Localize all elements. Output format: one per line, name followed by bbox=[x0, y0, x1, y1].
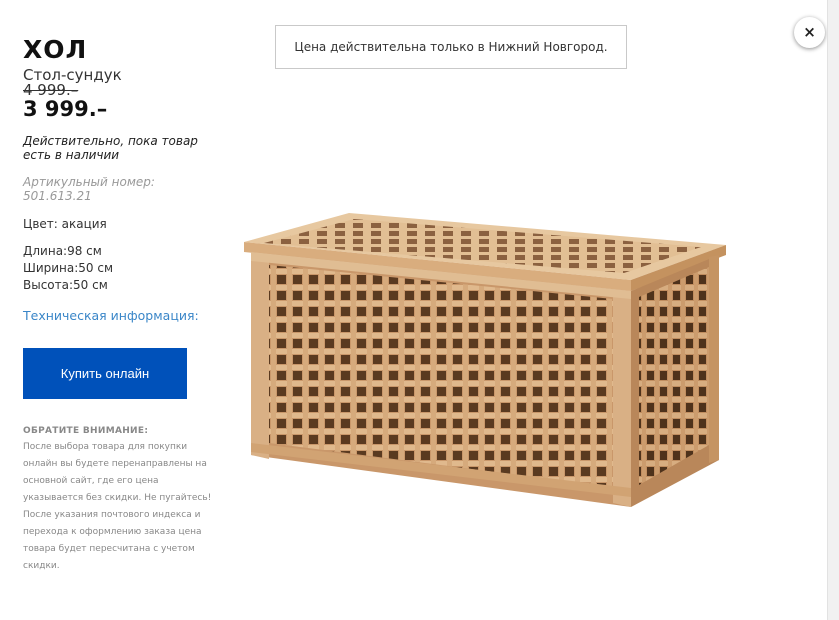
notice-body: После выбора товара для покупки онлайн в… bbox=[23, 442, 212, 571]
dimension-length: Длина:98 см bbox=[23, 244, 102, 258]
close-icon: × bbox=[803, 23, 816, 41]
new-price: 3 999.– bbox=[23, 97, 108, 121]
old-price: 4 999.– bbox=[23, 81, 79, 99]
tech-info-link[interactable]: Техническая информация: bbox=[23, 308, 223, 323]
close-button[interactable]: × bbox=[794, 17, 825, 48]
scrollbar[interactable] bbox=[827, 0, 839, 620]
notice-title: ОБРАТИТЕ ВНИМАНИЕ: bbox=[23, 426, 149, 436]
city-price-banner: Цена действительна только в Нижний Новго… bbox=[275, 25, 627, 69]
color-label: Цвет: акация bbox=[23, 217, 107, 231]
product-info-panel: ХОЛ Стол-сундук 4 999.– 3 999.– Действит… bbox=[23, 36, 223, 575]
dimensions: Длина:98 см Ширина:50 см Высота:50 см bbox=[23, 243, 223, 294]
validity-note: Действительно, пока товар есть в наличии bbox=[23, 134, 198, 162]
product-title: ХОЛ bbox=[23, 35, 88, 64]
dimension-width: Ширина:50 см bbox=[23, 261, 114, 275]
dimension-height: Высота:50 см bbox=[23, 278, 108, 292]
article-number: Артикульный номер: 501.613.21 bbox=[23, 175, 155, 203]
buy-online-button[interactable]: Купить онлайн bbox=[23, 348, 187, 399]
wooden-lattice-chest-image bbox=[239, 205, 729, 515]
product-modal: ХОЛ Стол-сундук 4 999.– 3 999.– Действит… bbox=[0, 0, 827, 620]
